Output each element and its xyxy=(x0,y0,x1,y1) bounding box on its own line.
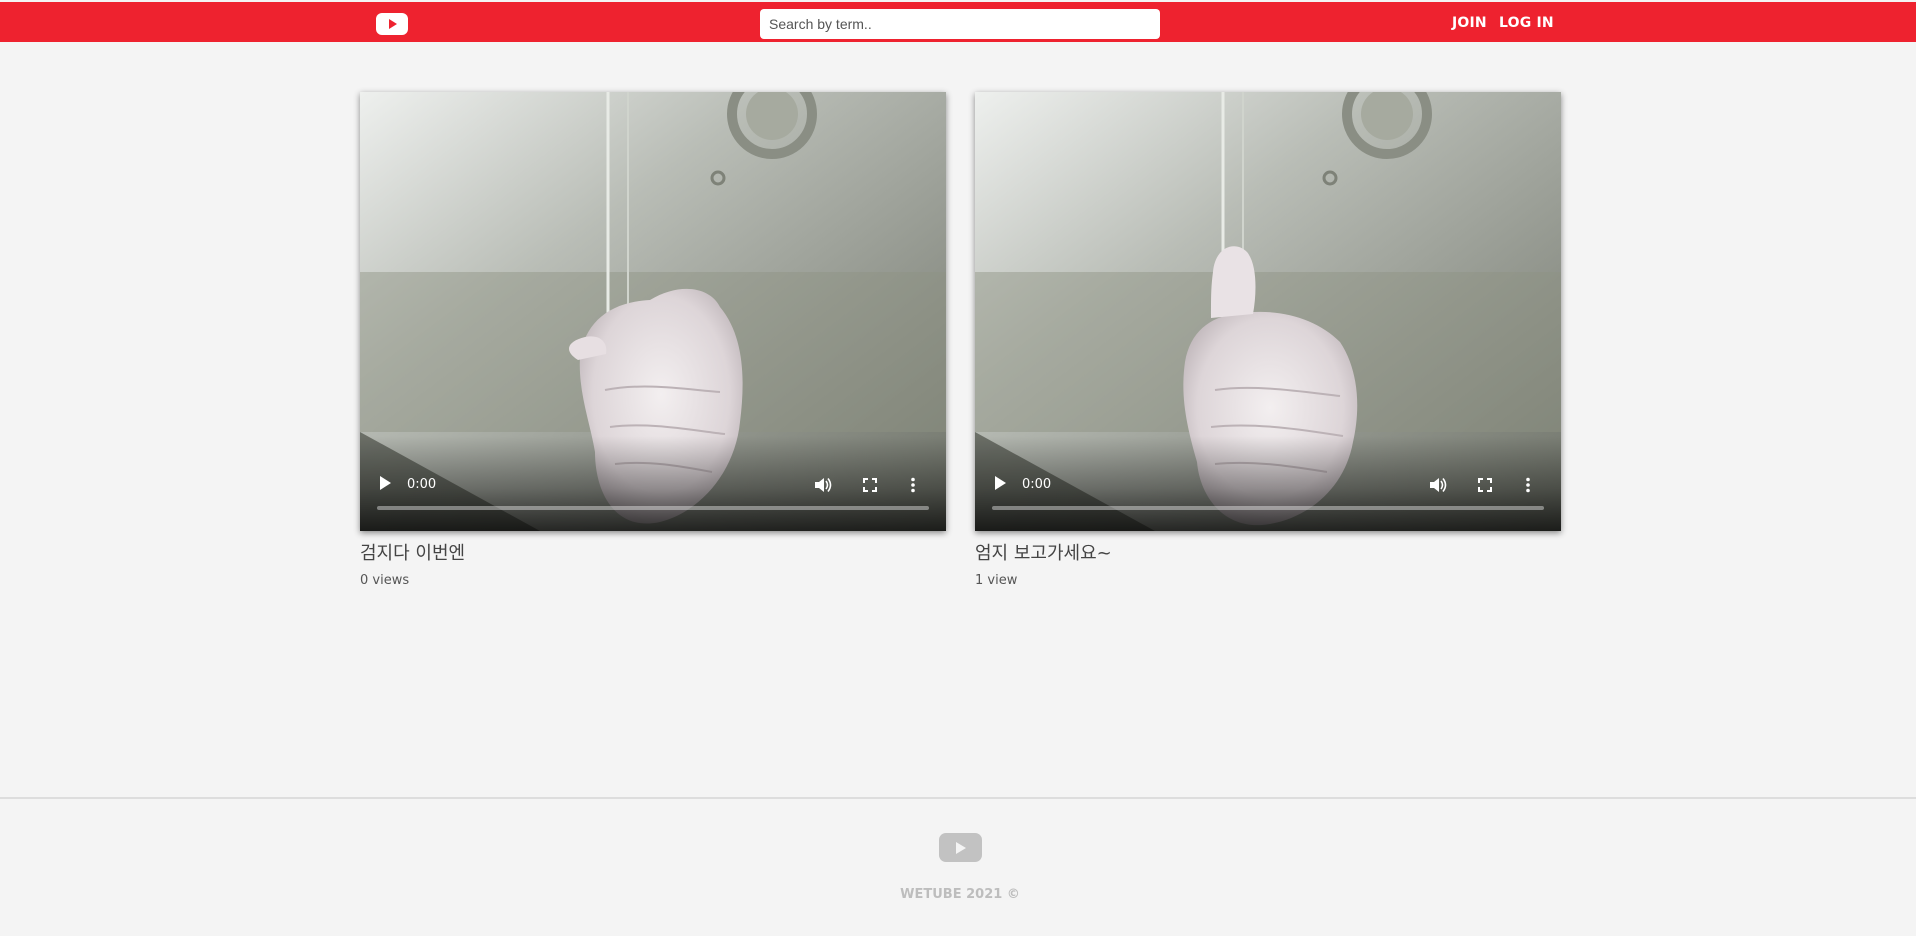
login-link[interactable]: LOG IN xyxy=(1499,15,1554,31)
footer-divider xyxy=(0,797,1916,799)
video-time: 0:00 xyxy=(407,477,437,492)
youtube-logo-icon[interactable] xyxy=(376,13,408,35)
play-icon[interactable] xyxy=(380,476,391,490)
more-options-icon[interactable] xyxy=(910,477,916,493)
video-time: 0:00 xyxy=(1022,477,1052,492)
play-icon[interactable] xyxy=(995,476,1006,490)
video-player[interactable]: 0:00 xyxy=(360,92,946,531)
video-views: 0 views xyxy=(360,573,410,588)
fullscreen-icon[interactable] xyxy=(862,477,878,493)
copyright-text: WETUBE 2021 © xyxy=(900,887,1020,902)
video-progress-bar[interactable] xyxy=(992,506,1544,510)
volume-icon[interactable] xyxy=(814,477,832,493)
more-options-icon[interactable] xyxy=(1525,477,1531,493)
fullscreen-icon[interactable] xyxy=(1477,477,1493,493)
join-link[interactable]: JOIN xyxy=(1452,15,1487,31)
play-triangle-icon xyxy=(956,842,966,854)
video-title[interactable]: 검지다 이번엔 xyxy=(360,539,946,565)
video-card: 0:00 엄지 보고가세요~ 1 view xyxy=(975,92,1561,588)
video-card: 0:00 검지다 이번엔 0 views xyxy=(360,92,946,588)
search-input[interactable] xyxy=(760,9,1160,39)
header: JOIN LOG IN xyxy=(0,2,1916,42)
video-controls: 0:00 xyxy=(975,436,1561,531)
play-triangle-icon xyxy=(389,19,397,29)
video-progress-bar[interactable] xyxy=(377,506,929,510)
volume-icon[interactable] xyxy=(1429,477,1447,493)
youtube-logo-icon xyxy=(939,833,982,862)
video-views: 1 view xyxy=(975,573,1018,588)
video-player[interactable]: 0:00 xyxy=(975,92,1561,531)
video-title[interactable]: 엄지 보고가세요~ xyxy=(975,539,1561,565)
video-controls: 0:00 xyxy=(360,436,946,531)
